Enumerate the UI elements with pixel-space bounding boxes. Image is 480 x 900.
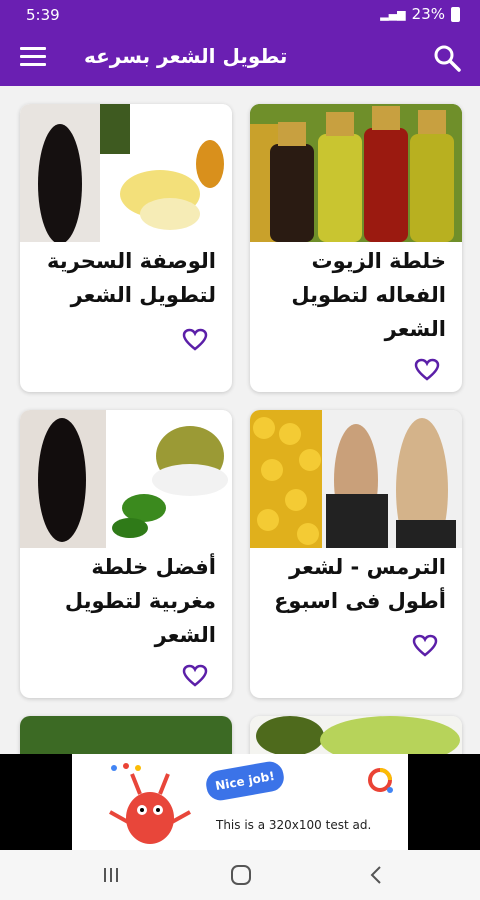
oils-image [250, 104, 462, 242]
ad-banner[interactable]: Nice job! This is a 320x100 test ad. [0, 754, 480, 850]
card-title: خلطة الزيوت الفعاله لتطويل الشعر [291, 249, 446, 341]
battery-icon [451, 6, 460, 22]
recipe-card[interactable]: الترمس - لشعر أطول فى اسبوع [250, 410, 462, 698]
home-icon[interactable] [226, 862, 256, 888]
status-time: 5:39 [26, 6, 60, 24]
ad-mascot-icon [109, 763, 191, 844]
ad-logo-icon [368, 768, 393, 793]
heart-icon[interactable] [414, 358, 440, 382]
lupin-image [250, 410, 462, 548]
ad-bubble: Nice job! [203, 759, 287, 803]
page-title: تطويل الشعر بسرعه [84, 44, 288, 68]
menu-icon[interactable] [20, 47, 46, 69]
recipe-card[interactable] [250, 716, 462, 754]
recipe-card[interactable] [20, 716, 232, 754]
trees-image [20, 716, 232, 754]
signal-icon: ▂▄▆ [380, 7, 406, 21]
recipe-card[interactable]: أفضل خلطة مغربية لتطويل الشعر [20, 410, 232, 698]
recipe-card[interactable]: الوصفة السحرية لتطويل الشعر [20, 104, 232, 392]
status-bar: 5:39 ▂▄▆ 23% [0, 0, 480, 30]
back-icon[interactable] [362, 862, 392, 888]
banana-image [20, 104, 232, 242]
ad-text: This is a 320x100 test ad. [216, 818, 372, 832]
search-icon[interactable] [432, 43, 462, 73]
app-bar: تطويل الشعر بسرعه [0, 30, 480, 86]
heart-icon[interactable] [412, 634, 438, 658]
ad-content[interactable]: Nice job! This is a 320x100 test ad. [72, 754, 408, 850]
avocado-image [250, 716, 462, 754]
battery-percent: 23% [411, 5, 445, 23]
recent-apps-icon[interactable] [96, 862, 126, 888]
heart-icon[interactable] [182, 664, 208, 688]
recipe-grid: خلطة الزيوت الفعاله لتطويل الشعر الوصفة … [0, 86, 480, 754]
status-icons: ▂▄▆ 23% [380, 5, 460, 23]
card-title: أفضل خلطة مغربية لتطويل الشعر [64, 555, 216, 647]
heart-icon[interactable] [182, 328, 208, 352]
recipe-card[interactable]: خلطة الزيوت الفعاله لتطويل الشعر [250, 104, 462, 392]
system-nav-bar [0, 850, 480, 900]
card-title: الترمس - لشعر أطول فى اسبوع [274, 555, 446, 613]
henna-image [20, 410, 232, 548]
card-title: الوصفة السحرية لتطويل الشعر [47, 249, 216, 307]
